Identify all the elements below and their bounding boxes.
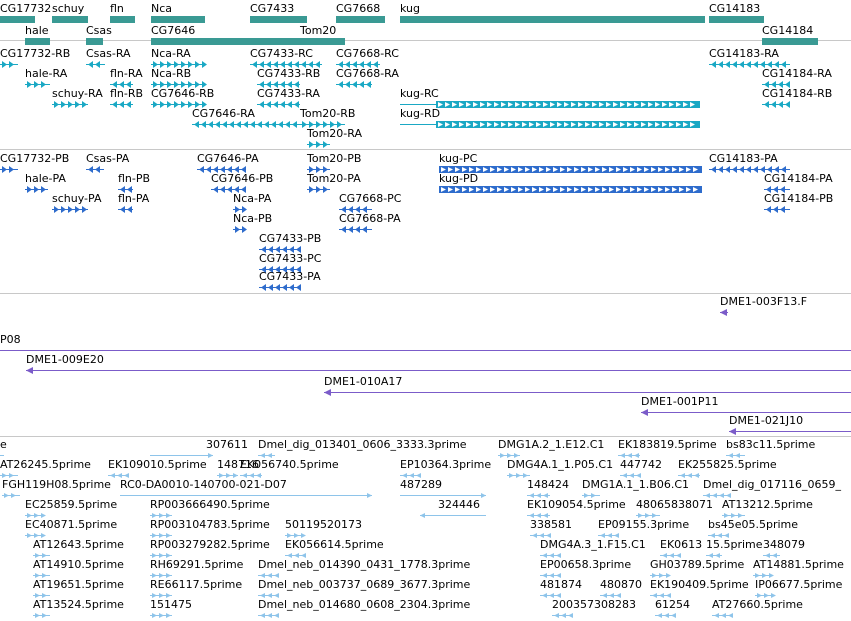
est-label: AT27660.5prime — [712, 598, 803, 611]
genome-browser-view: CG17732 hale schuy Csas fln Nca CG7646 C… — [0, 0, 851, 621]
est-glyph — [712, 613, 733, 618]
